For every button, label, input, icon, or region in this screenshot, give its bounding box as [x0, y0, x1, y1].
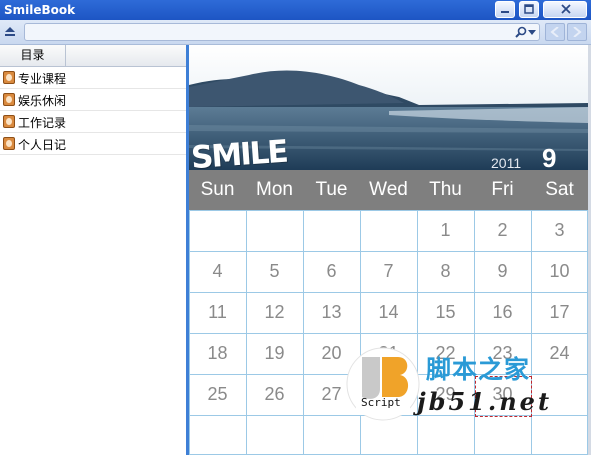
weekday-tue: Tue: [315, 179, 348, 200]
calendar-day-cell[interactable]: 10: [531, 251, 588, 291]
close-button[interactable]: [543, 1, 587, 18]
chevron-down-icon[interactable]: [528, 30, 536, 35]
calendar-day-cell[interactable]: 25: [189, 374, 246, 414]
calendar-day-cell[interactable]: 8: [417, 251, 474, 291]
calendar-day-cell[interactable]: 3: [531, 210, 588, 250]
calendar-day-cell[interactable]: 15: [417, 292, 474, 332]
arrow-right-icon: [573, 27, 582, 37]
calendar-day-cell[interactable]: 6: [303, 251, 360, 291]
sidebar-item-label: 工作记录: [18, 116, 67, 130]
sidebar-item-2[interactable]: 娱乐休闲: [0, 89, 186, 111]
maximize-button[interactable]: [519, 1, 539, 18]
book-icon: [3, 93, 15, 106]
search-icon[interactable]: [515, 26, 527, 38]
close-icon: [561, 4, 571, 14]
calendar-day-cell[interactable]: 4: [189, 251, 246, 291]
calendar-day-cell[interactable]: [360, 210, 417, 250]
calendar-day-cell[interactable]: [246, 415, 303, 455]
jb51-seal-logo: [346, 347, 420, 421]
calendar-day-cell[interactable]: 24: [531, 333, 588, 373]
calendar-day-cell[interactable]: 18: [189, 333, 246, 373]
back-button[interactable]: [545, 23, 565, 41]
book-icon: [3, 71, 15, 84]
calendar-day-cell[interactable]: 12: [246, 292, 303, 332]
sidebar-item-4[interactable]: 个人日记: [0, 133, 186, 155]
sidebar-item-label: 专业课程: [18, 72, 67, 86]
title-bar: SmileBook: [0, 0, 591, 20]
calendar-day-cell[interactable]: 9: [474, 251, 531, 291]
toolbar: [0, 20, 591, 45]
calendar-day-cell[interactable]: 7: [360, 251, 417, 291]
sidebar-item-label: 个人日记: [18, 138, 67, 152]
calendar-day-cell[interactable]: 13: [303, 292, 360, 332]
weekday-sun: Sun: [200, 179, 235, 200]
minimize-icon: [501, 11, 509, 13]
watermark-url-text: jb51.net: [417, 387, 553, 416]
weekday-fri: Fri: [491, 179, 514, 200]
calendar-day-cell[interactable]: 14: [360, 292, 417, 332]
sidebar-header: 目录: [0, 45, 186, 67]
calendar-day-cell[interactable]: [531, 415, 588, 455]
eject-icon[interactable]: [4, 26, 16, 38]
calendar-day-cell[interactable]: [189, 415, 246, 455]
arrow-left-icon: [550, 27, 559, 37]
column-header-catalog[interactable]: 目录: [0, 45, 66, 66]
sidebar-item-label: 娱乐休闲: [18, 94, 67, 108]
calendar-day-cell[interactable]: [246, 210, 303, 250]
calendar-day-cell[interactable]: 26: [246, 374, 303, 414]
forward-button[interactable]: [567, 23, 587, 41]
weekday-sat: Sat: [545, 179, 574, 200]
calendar-day-cell[interactable]: 1: [417, 210, 474, 250]
weekday-wed: Wed: [369, 179, 408, 200]
watermark-cn-text: 脚本之家: [426, 355, 531, 384]
search-input[interactable]: [24, 23, 540, 41]
maximize-icon: [524, 4, 534, 14]
calendar-day-cell[interactable]: 5: [246, 251, 303, 291]
weekday-thu: Thu: [429, 179, 462, 200]
calendar-banner: SMILE 2011 9: [189, 45, 588, 176]
calendar-day-cell[interactable]: 16: [474, 292, 531, 332]
calendar-day-cell[interactable]: 19: [246, 333, 303, 373]
calendar-pane: SMILE 2011 9 Sun Mon Tue Wed Thu Fri Sat…: [189, 45, 588, 455]
sidebar: 目录 专业课程 娱乐休闲 工作记录 个人日记: [0, 45, 186, 455]
app-title: SmileBook: [4, 3, 76, 17]
minimize-button[interactable]: [495, 1, 515, 18]
calendar-day-cell[interactable]: [417, 415, 474, 455]
sidebar-item-1[interactable]: 专业课程: [0, 67, 186, 89]
book-icon: [3, 115, 15, 128]
calendar-day-cell[interactable]: 11: [189, 292, 246, 332]
calendar-day-cell[interactable]: 17: [531, 292, 588, 332]
book-icon: [3, 137, 15, 150]
watermark-script-label: Script: [361, 396, 401, 409]
calendar-day-cell[interactable]: [303, 210, 360, 250]
weekday-header: Sun Mon Tue Wed Thu Fri Sat: [189, 170, 588, 210]
sidebar-item-3[interactable]: 工作记录: [0, 111, 186, 133]
calendar-day-cell[interactable]: 2: [474, 210, 531, 250]
weekday-mon: Mon: [256, 179, 293, 200]
calendar-day-cell[interactable]: [474, 415, 531, 455]
calendar-day-cell[interactable]: [189, 210, 246, 250]
calendar-year: 2011: [491, 155, 522, 171]
